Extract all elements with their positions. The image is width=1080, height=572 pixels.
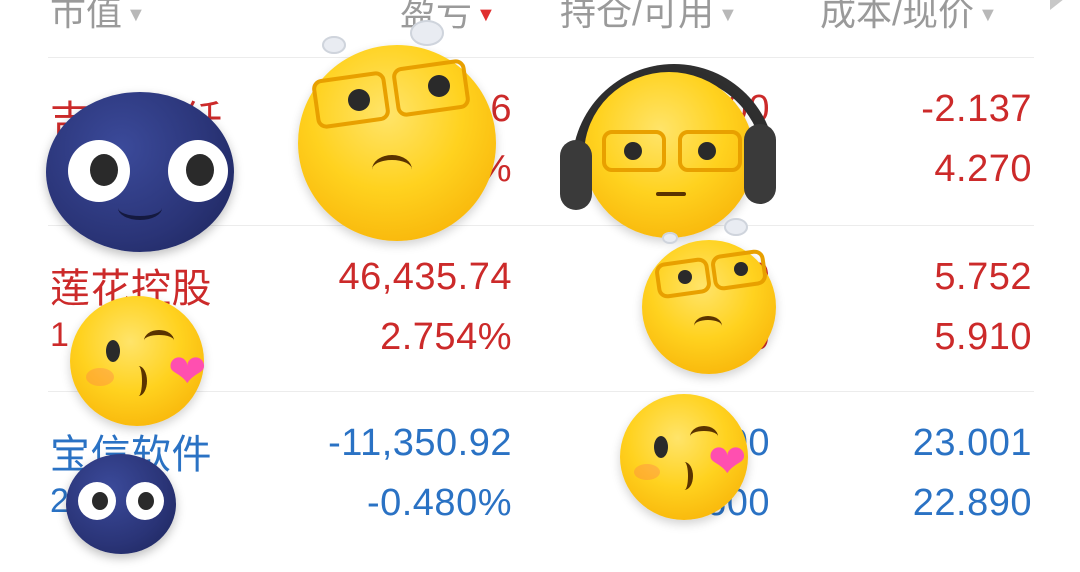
column-position-available[interactable]: 持仓/可用 ▼ xyxy=(560,0,738,36)
heart-icon: ❤ xyxy=(708,435,747,487)
column-cost-price-label: 成本/现价 xyxy=(820,0,975,33)
profit-loss-percent: 2.754% xyxy=(380,316,512,358)
moon-face-emoji xyxy=(66,454,176,554)
kissing-mouth xyxy=(676,462,693,490)
cheek xyxy=(86,368,114,386)
pupil xyxy=(654,436,668,458)
earcup-right xyxy=(744,124,776,204)
holdings-table-header: 市值 ▼ 盈亏 ▼ 持仓/可用 ▼ 成本/现价 ▼ xyxy=(0,0,1080,40)
mouth xyxy=(118,196,162,220)
column-position-available-label: 持仓/可用 xyxy=(560,0,715,33)
pupil xyxy=(106,340,120,362)
sort-down-icon: ▼ xyxy=(718,3,738,26)
mouth xyxy=(694,316,722,336)
smirk-glasses-steam-emoji xyxy=(642,240,776,374)
cost-price: 23.001 xyxy=(912,422,1032,464)
steam-puff-icon xyxy=(410,20,444,46)
cost-price: 5.752 xyxy=(934,256,1032,298)
mouth xyxy=(372,155,412,184)
scroll-right-icon[interactable] xyxy=(1050,0,1064,10)
mouth xyxy=(656,192,686,196)
pupil xyxy=(734,262,748,276)
smirk-glasses-steam-emoji xyxy=(298,45,496,241)
sort-down-active-icon: ▼ xyxy=(476,3,496,26)
profit-loss-amount: 46,435.74 xyxy=(338,256,512,298)
pupil xyxy=(92,492,108,510)
column-cost-price[interactable]: 成本/现价 ▼ xyxy=(820,0,998,36)
pupil xyxy=(698,142,716,160)
headphones-glasses-emoji xyxy=(584,72,754,238)
current-price: 22.890 xyxy=(912,482,1032,524)
divider xyxy=(48,57,1034,58)
current-price: 4.270 xyxy=(934,148,1032,190)
profit-loss-percent: -0.480% xyxy=(366,482,512,524)
cost-price: -2.137 xyxy=(921,88,1032,130)
profit-loss-amount: -11,350.92 xyxy=(328,422,512,464)
sort-down-icon: ▼ xyxy=(126,3,146,26)
column-market-value-label: 市值 xyxy=(50,0,123,33)
earcup-left xyxy=(560,140,592,210)
pupil xyxy=(428,75,450,97)
steam-puff-icon xyxy=(662,232,678,244)
kissing-mouth xyxy=(130,366,147,396)
pupil xyxy=(90,154,118,186)
pupil xyxy=(348,89,370,111)
heart-icon: ❤ xyxy=(168,345,207,397)
steam-puff-icon xyxy=(724,218,748,236)
current-price: 5.910 xyxy=(934,316,1032,358)
cheek xyxy=(634,464,660,480)
pupil xyxy=(186,154,214,186)
pupil xyxy=(138,492,154,510)
sort-down-icon: ▼ xyxy=(978,3,998,26)
pupil xyxy=(678,270,692,284)
pupil xyxy=(624,142,642,160)
steam-puff-icon xyxy=(322,36,346,54)
moon-face-emoji xyxy=(46,92,234,252)
column-market-value[interactable]: 市值 ▼ xyxy=(50,0,146,36)
